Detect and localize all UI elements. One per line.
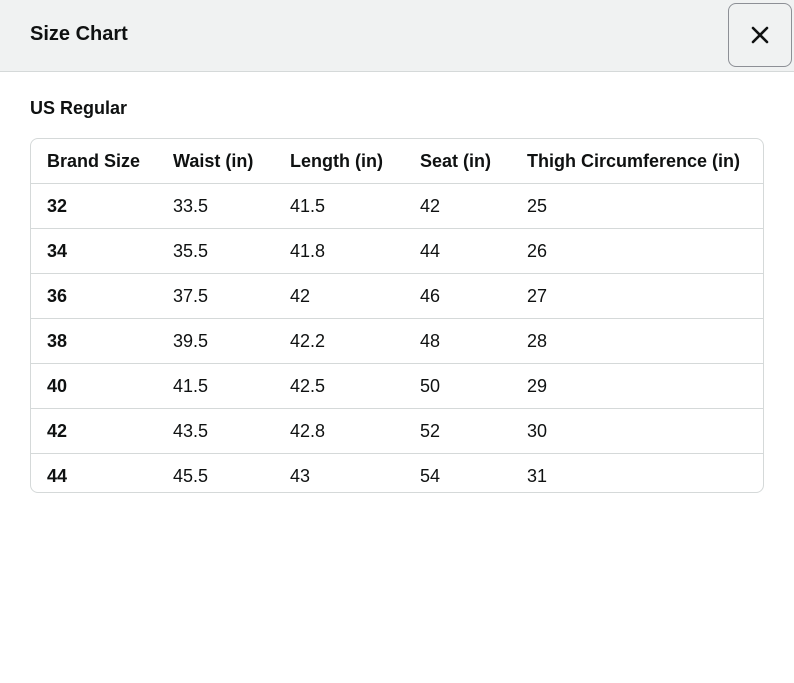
cell-seat: 52 (420, 421, 441, 441)
cell-waist: 37.5 (173, 286, 209, 306)
cell-thigh: 30 (527, 421, 548, 441)
cell-brand-size: 34 (47, 241, 68, 261)
section-title: US Regular (30, 98, 128, 118)
cell-thigh: 25 (527, 196, 548, 216)
size-table: Brand Size Waist (in) Length (in) Seat (… (31, 139, 763, 493)
cell-seat: 48 (420, 331, 441, 351)
cell-length: 41.5 (290, 196, 326, 216)
table-row: 32 33.5 41.5 42 25 (31, 183, 763, 229)
cell-brand-size: 42 (47, 421, 68, 441)
column-header-seat: Seat (in) (420, 151, 492, 171)
cell-length: 43 (290, 466, 311, 486)
cell-brand-size: 44 (47, 466, 68, 486)
cell-seat: 42 (420, 196, 441, 216)
cell-length: 42.8 (290, 421, 326, 441)
cell-thigh: 26 (527, 241, 548, 261)
cell-length: 41.8 (290, 241, 326, 261)
table-row: 36 37.5 42 46 27 (31, 273, 763, 319)
table-row: 42 43.5 42.8 52 30 (31, 408, 763, 454)
cell-waist: 33.5 (173, 196, 209, 216)
column-header-thigh: Thigh Circumference (in) (527, 151, 741, 171)
column-header-brand-size: Brand Size (47, 151, 141, 171)
cell-seat: 54 (420, 466, 441, 486)
cell-brand-size: 40 (47, 376, 68, 396)
table-header-row: Brand Size Waist (in) Length (in) Seat (… (31, 139, 763, 184)
dialog-header: Size Chart (0, 0, 794, 72)
cell-waist: 39.5 (173, 331, 209, 351)
cell-waist: 43.5 (173, 421, 209, 441)
cell-waist: 41.5 (173, 376, 209, 396)
table-row: 38 39.5 42.2 48 28 (31, 318, 763, 364)
cell-thigh: 29 (527, 376, 548, 396)
cell-seat: 50 (420, 376, 441, 396)
cell-seat: 44 (420, 241, 441, 261)
table-row: 40 41.5 42.5 50 29 (31, 363, 763, 409)
cell-seat: 46 (420, 286, 441, 306)
cell-thigh: 27 (527, 286, 548, 306)
cell-length: 42.5 (290, 376, 326, 396)
close-icon (750, 25, 770, 45)
column-header-waist: Waist (in) (173, 151, 254, 171)
cell-waist: 35.5 (173, 241, 209, 261)
cell-brand-size: 36 (47, 286, 68, 306)
cell-length: 42.2 (290, 331, 326, 351)
table-row: 34 35.5 41.8 44 26 (31, 228, 763, 274)
cell-thigh: 28 (527, 331, 548, 351)
cell-thigh: 31 (527, 466, 548, 486)
cell-length: 42 (290, 286, 311, 306)
table-row: 44 45.5 43 54 31 (31, 453, 763, 493)
cell-brand-size: 32 (47, 196, 68, 216)
column-header-length: Length (in) (290, 151, 383, 171)
cell-waist: 45.5 (173, 466, 209, 486)
size-table-container: Brand Size Waist (in) Length (in) Seat (… (30, 138, 764, 493)
dialog-title: Size Chart (30, 23, 128, 45)
cell-brand-size: 38 (47, 331, 68, 351)
close-button[interactable] (728, 3, 792, 67)
